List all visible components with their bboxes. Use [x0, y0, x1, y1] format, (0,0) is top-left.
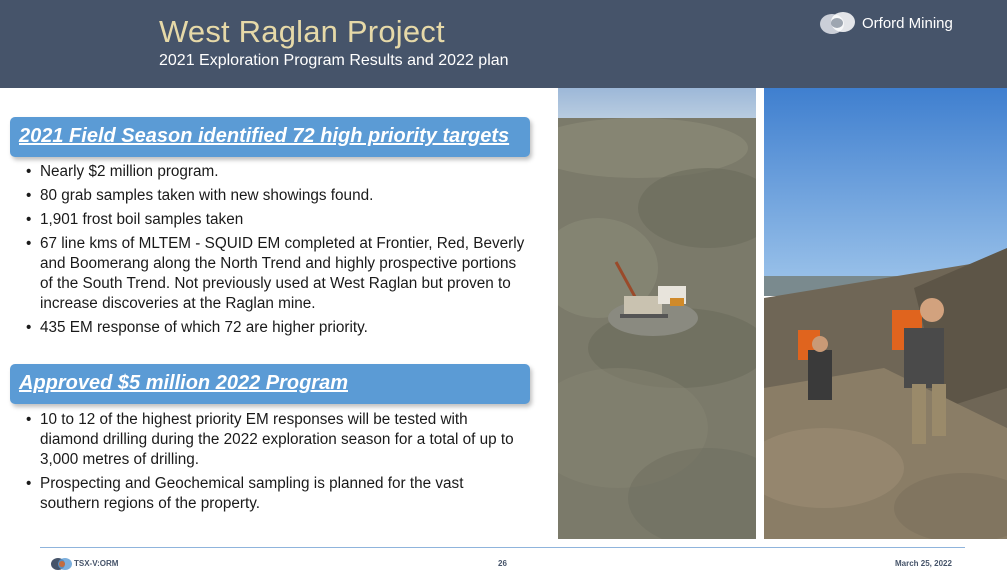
orford-logo-icon	[820, 12, 855, 34]
orford-footer-logo-icon	[51, 558, 72, 570]
company-name: Orford Mining	[862, 15, 953, 32]
section-2022-heading: Approved $5 million 2022 Program	[19, 372, 348, 394]
slide-date: March 25, 2022	[895, 559, 952, 568]
list-item: 10 to 12 of the highest priority EM resp…	[26, 410, 526, 470]
list-item: Prospecting and Geochemical sampling is …	[26, 474, 526, 514]
ticker-symbol: TSX-V:ORM	[74, 559, 119, 568]
list-item: Nearly $2 million program.	[26, 162, 526, 182]
list-item: 435 EM response of which 72 are higher p…	[26, 318, 526, 338]
slide-title: West Raglan Project	[159, 14, 445, 49]
footer-divider	[40, 547, 965, 548]
section-2022-banner: Approved $5 million 2022 Program	[10, 364, 530, 404]
list-item: 80 grab samples taken with new showings …	[26, 186, 526, 206]
section-2021-banner: 2021 Field Season identified 72 high pri…	[10, 117, 530, 157]
list-item: 1,901 frost boil samples taken	[26, 210, 526, 230]
slide-subtitle: 2021 Exploration Program Results and 202…	[159, 52, 509, 69]
page-number: 26	[498, 559, 507, 568]
header-bar: West Raglan Project 2021 Exploration Pro…	[0, 0, 1007, 88]
drill-site-aerial-photo	[558, 88, 756, 539]
list-item: 67 line kms of MLTEM - SQUID EM complete…	[26, 234, 526, 314]
section-2022-list: 10 to 12 of the highest priority EM resp…	[26, 410, 526, 518]
field-geologists-photo	[764, 88, 1007, 539]
section-2021-heading: 2021 Field Season identified 72 high pri…	[19, 125, 510, 147]
section-2021-list: Nearly $2 million program. 80 grab sampl…	[26, 162, 526, 342]
